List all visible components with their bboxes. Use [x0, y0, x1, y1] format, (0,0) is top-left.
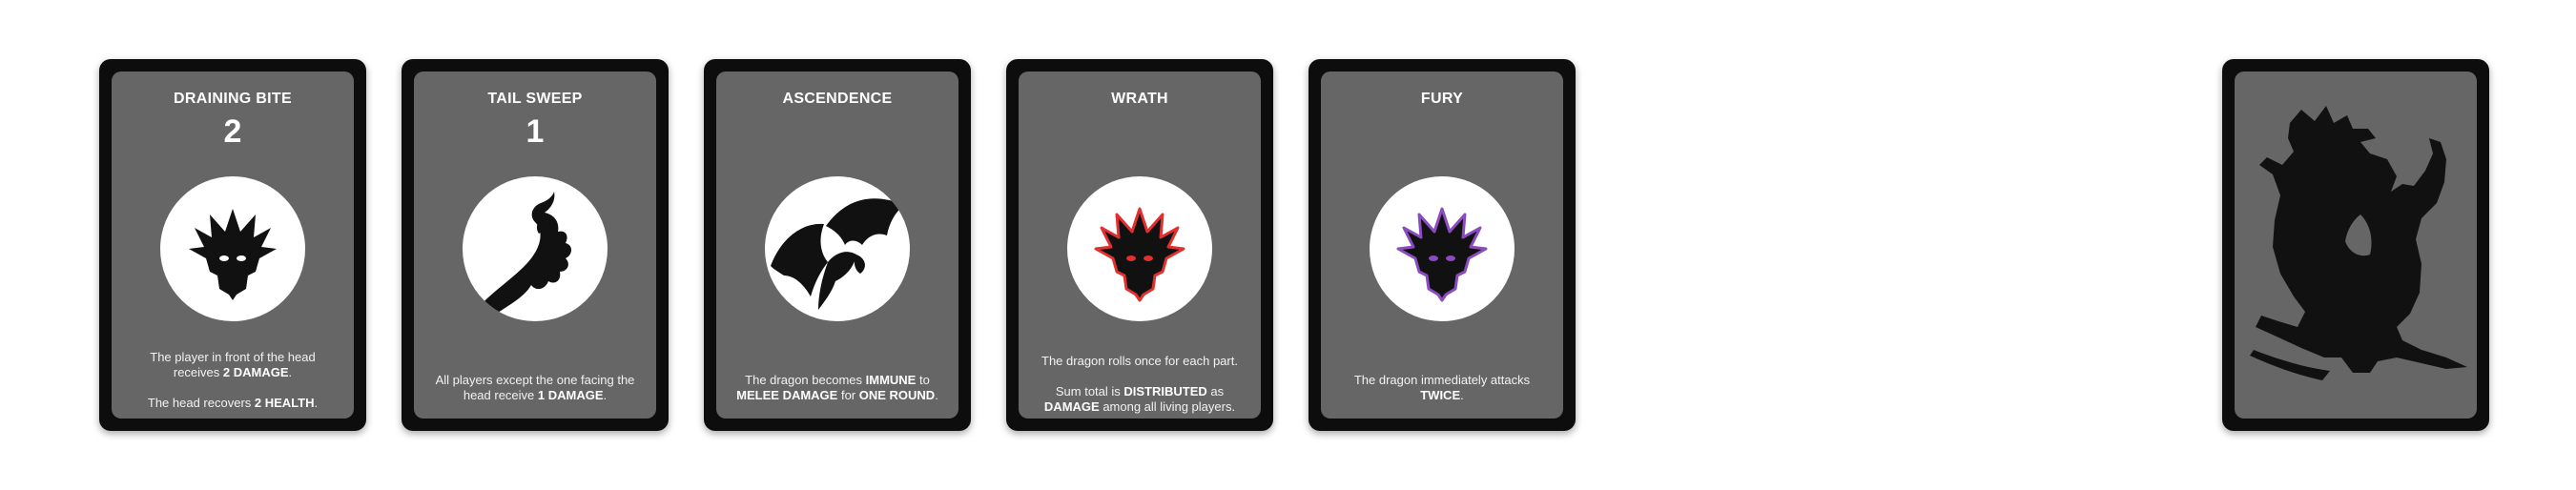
ability-card-wrath[interactable]: WRATH The dragon rolls once for each par… [1006, 59, 1273, 431]
card-emblem [463, 176, 608, 321]
card-emblem [1067, 176, 1212, 321]
description-paragraph: The head recovers 2 HEALTH. [147, 396, 319, 410]
dragon-wings-icon [771, 198, 904, 310]
card-title: FURY [1420, 91, 1464, 107]
description-paragraph: All players except the one facing the he… [435, 373, 635, 402]
card-title: DRAINING BITE [174, 91, 292, 107]
card-face: ASCENDENCE The dragon becomes IMMUNE to … [716, 71, 958, 419]
card-title: WRATH [1111, 91, 1168, 107]
card-back-face [2235, 71, 2477, 419]
description-paragraph: The player in front of the head receives… [150, 350, 316, 379]
description-paragraph: The dragon rolls once for each part. [1041, 354, 1238, 368]
dragon-silhouette-icon [2250, 106, 2467, 380]
card-cost: 1 [526, 113, 545, 150]
description-paragraph: The dragon immediately attacks TWICE. [1353, 373, 1531, 402]
card-face: FURY The dragon immediately attacks TWIC… [1321, 71, 1563, 419]
ability-card-draining-bite[interactable]: DRAINING BITE 2 The player in front of t… [99, 59, 366, 431]
card-title: ASCENDENCE [782, 91, 893, 107]
dragon-head-purple-icon [1396, 207, 1488, 302]
dragon-tail-icon [476, 192, 571, 317]
card-description: The dragon immediately attacks TWICE. [1338, 373, 1546, 403]
card-cost: 2 [223, 113, 242, 150]
dragon-head-icon [189, 209, 277, 300]
card-description: The player in front of the head receives… [129, 350, 337, 411]
ability-card-tail-sweep[interactable]: TAIL SWEEP 1 All players except the one … [402, 59, 669, 431]
ability-card-fury[interactable]: FURY The dragon immediately attacks TWIC… [1309, 59, 1576, 431]
card-face: WRATH The dragon rolls once for each par… [1019, 71, 1261, 419]
card-back[interactable] [2222, 59, 2489, 431]
card-description: All players except the one facing the he… [431, 373, 639, 403]
card-emblem [1370, 176, 1515, 321]
ability-card-ascendence[interactable]: ASCENDENCE The dragon becomes IMMUNE to … [704, 59, 971, 431]
card-face: DRAINING BITE 2 The player in front of t… [112, 71, 354, 419]
description-paragraph: The dragon becomes IMMUNE to MELEE DAMAG… [736, 373, 938, 402]
card-title: TAIL SWEEP [487, 91, 583, 107]
card-face: TAIL SWEEP 1 All players except the one … [414, 71, 656, 419]
card-description: The dragon becomes IMMUNE to MELEE DAMAG… [733, 373, 941, 403]
card-description: The dragon rolls once for each part. Sum… [1036, 354, 1244, 415]
card-emblem [765, 176, 910, 321]
dragon-head-red-icon [1094, 207, 1185, 302]
description-paragraph: Sum total is DISTRIBUTED as DAMAGE among… [1043, 384, 1236, 414]
card-emblem [160, 176, 305, 321]
